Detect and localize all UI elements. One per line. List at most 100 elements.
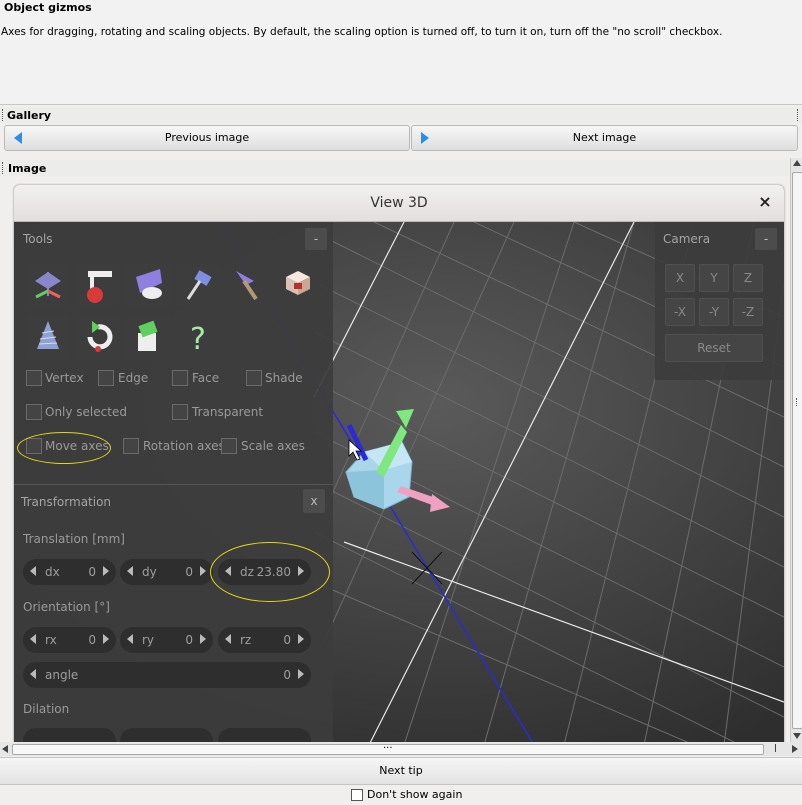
- tip-title: Object gizmos: [4, 1, 92, 14]
- decrement-icon[interactable]: [127, 634, 133, 644]
- angle-field[interactable]: angle 0: [23, 662, 311, 688]
- bucket-tool-icon[interactable]: [126, 315, 170, 359]
- previous-image-button[interactable]: Previous image: [4, 125, 410, 151]
- scroll-down-icon[interactable]: [793, 733, 801, 739]
- rz-value: 0: [283, 633, 291, 647]
- horizontal-scroll-thumb[interactable]: ...: [12, 740, 764, 755]
- rz-label: rz: [240, 633, 252, 647]
- camera-x-button[interactable]: X: [665, 264, 695, 292]
- face-label: Face: [192, 371, 220, 385]
- vertex-checkbox[interactable]: [26, 370, 42, 386]
- view3d-titlebar[interactable]: View 3D ×: [14, 185, 784, 222]
- gallery-header: Gallery: [0, 107, 802, 123]
- scale-axes-checkbox[interactable]: [221, 438, 237, 454]
- face-checkbox[interactable]: [172, 370, 188, 386]
- help-tool-icon[interactable]: ?: [176, 315, 220, 359]
- measure-tool-icon[interactable]: [76, 263, 120, 307]
- rx-field[interactable]: rx 0: [23, 627, 116, 653]
- decrement-icon[interactable]: [30, 634, 36, 644]
- increment-icon[interactable]: [103, 634, 109, 644]
- angle-label: angle: [45, 668, 79, 682]
- dy-field[interactable]: dy 0: [120, 559, 213, 585]
- dont-show-again-checkbox[interactable]: [351, 789, 363, 801]
- scroll-left-icon[interactable]: [2, 745, 8, 753]
- dilation-label: Dilation: [23, 702, 70, 716]
- dx-field[interactable]: dx 0: [23, 559, 116, 585]
- increment-icon[interactable]: [200, 634, 206, 644]
- decrement-icon[interactable]: [30, 566, 36, 576]
- next-image-button[interactable]: Next image: [411, 125, 798, 151]
- orientation-label: Orientation [°]: [23, 600, 110, 614]
- camera-neg-x-button[interactable]: -X: [665, 298, 695, 326]
- undo-tool-icon[interactable]: [76, 315, 120, 359]
- vertical-scrollbar[interactable]: [790, 158, 802, 742]
- camera-collapse-button[interactable]: -: [755, 228, 777, 250]
- tools-panel: Tools - ? Vertex Edge Face Shade Only se…: [14, 222, 333, 745]
- increment-icon[interactable]: [298, 634, 304, 644]
- dz-highlight: [210, 542, 330, 602]
- tools-title: Tools: [23, 232, 53, 246]
- rx-value: 0: [88, 633, 96, 647]
- rotation-axes-checkbox[interactable]: [123, 438, 139, 454]
- move-axes-highlight: [17, 432, 111, 464]
- decrement-icon[interactable]: [30, 669, 36, 679]
- dx-label: dx: [45, 565, 60, 579]
- vertical-scroll-thumb[interactable]: [792, 172, 802, 729]
- scroll-end-marker: [765, 744, 776, 752]
- decrement-icon[interactable]: [127, 566, 133, 576]
- rz-field[interactable]: rz 0: [218, 627, 311, 653]
- rx-label: rx: [45, 633, 57, 647]
- edge-checkbox[interactable]: [98, 370, 114, 386]
- arrow-right-icon: [421, 132, 429, 144]
- increment-icon[interactable]: [103, 566, 109, 576]
- hammer-tool-icon[interactable]: [176, 263, 220, 307]
- increment-icon[interactable]: [200, 566, 206, 576]
- image-label: Image: [8, 162, 47, 175]
- pointer-tool-icon[interactable]: [226, 263, 270, 307]
- horizontal-scrollbar[interactable]: ...: [0, 740, 802, 756]
- transparent-label: Transparent: [192, 405, 264, 419]
- dy-value: 0: [185, 565, 193, 579]
- view3d-window: View 3D × Tools - ? Vertex Edge Face Sha…: [14, 185, 784, 745]
- next-image-label: Next image: [572, 131, 637, 144]
- view3d-title: View 3D: [370, 195, 428, 211]
- svg-text:?: ?: [190, 322, 206, 357]
- increment-icon[interactable]: [298, 669, 304, 679]
- camera-neg-z-button[interactable]: -Z: [733, 298, 763, 326]
- camera-panel: Camera - X Y Z -X -Y -Z Reset: [655, 222, 784, 380]
- scroll-right-icon[interactable]: [792, 745, 798, 753]
- drill-tool-icon[interactable]: [26, 315, 70, 359]
- gallery-label: Gallery: [7, 109, 52, 122]
- block-tool-icon[interactable]: [276, 263, 320, 307]
- tools-collapse-button[interactable]: -: [305, 228, 327, 250]
- scale-axes-label: Scale axes: [241, 439, 305, 453]
- dx-value: 0: [88, 565, 96, 579]
- scroll-grip-icon: [796, 398, 799, 406]
- dont-show-again-label: Don't show again: [367, 788, 463, 801]
- move-tool-icon[interactable]: [26, 263, 70, 307]
- dy-label: dy: [142, 565, 157, 579]
- transparent-checkbox[interactable]: [172, 404, 188, 420]
- gallery-grip-right: [797, 109, 800, 121]
- only-selected-checkbox[interactable]: [26, 404, 42, 420]
- camera-z-button[interactable]: Z: [733, 264, 763, 292]
- close-icon[interactable]: ×: [756, 193, 774, 211]
- tip-description-panel: Object gizmos Axes for dragging, rotatin…: [0, 0, 802, 105]
- image-header: Image: [0, 160, 790, 176]
- shade-checkbox[interactable]: [246, 370, 262, 386]
- next-tip-button[interactable]: Next tip: [0, 757, 802, 785]
- cut-tool-icon[interactable]: [126, 263, 170, 307]
- camera-reset-button[interactable]: Reset: [665, 334, 763, 362]
- only-selected-label: Only selected: [45, 405, 127, 419]
- scroll-up-icon[interactable]: [793, 160, 801, 166]
- angle-value: 0: [283, 668, 291, 682]
- decrement-icon[interactable]: [225, 634, 231, 644]
- ry-label: ry: [142, 633, 155, 647]
- ry-field[interactable]: ry 0: [120, 627, 213, 653]
- transformation-close-button[interactable]: x: [303, 489, 325, 513]
- camera-y-button[interactable]: Y: [699, 264, 729, 292]
- camera-neg-y-button[interactable]: -Y: [699, 298, 729, 326]
- transformation-title: Transformation: [21, 495, 112, 509]
- camera-title: Camera: [663, 232, 711, 246]
- translation-label: Translation [mm]: [23, 532, 125, 546]
